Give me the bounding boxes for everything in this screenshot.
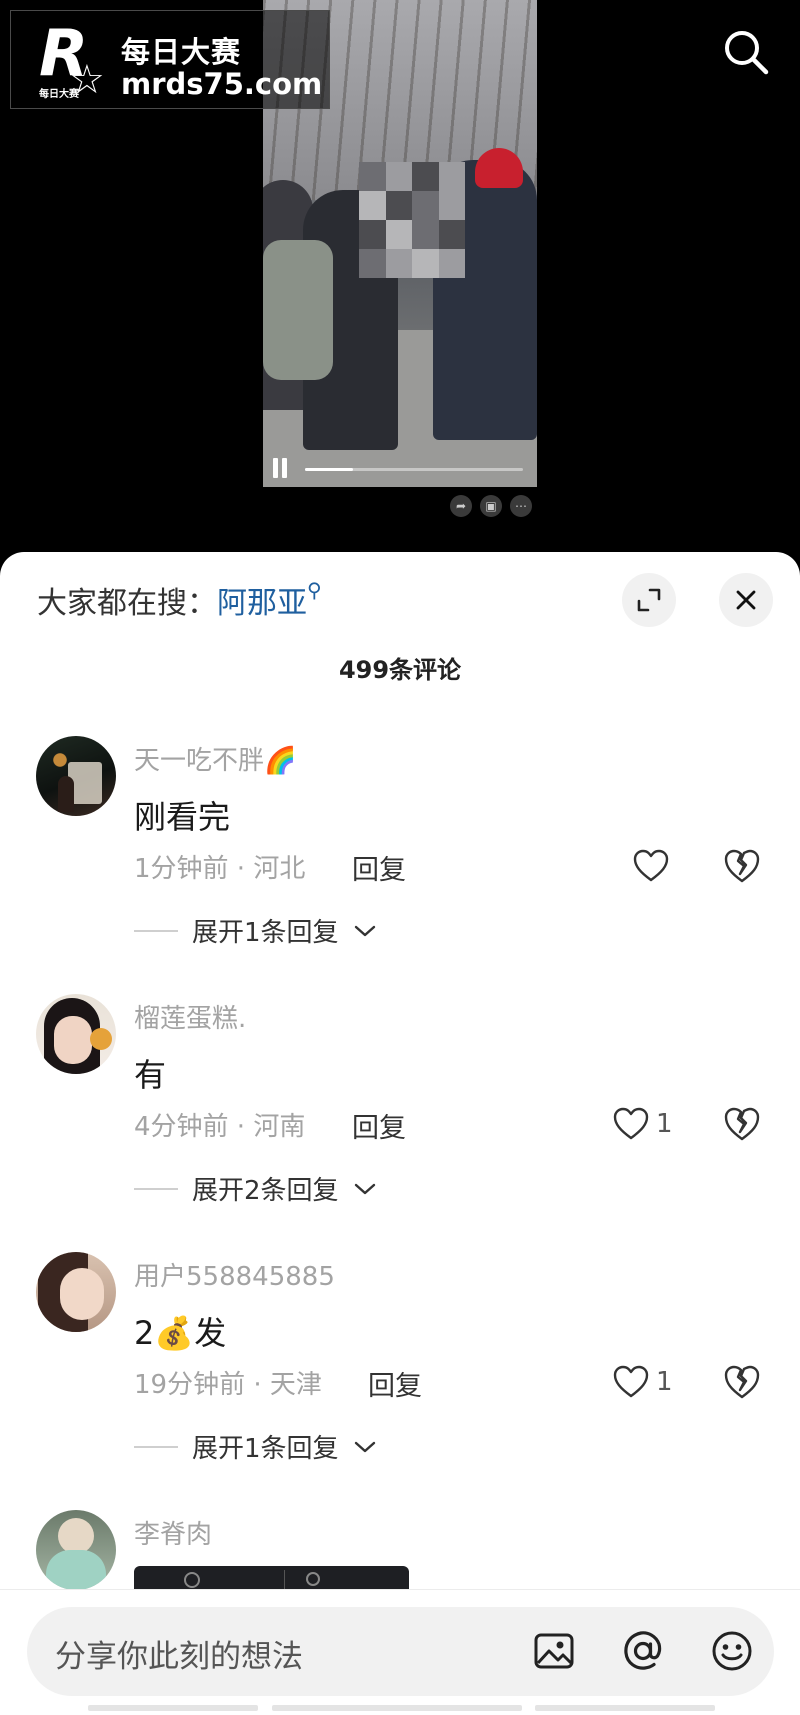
search-icon[interactable] xyxy=(720,26,772,78)
watermark-url: mrds75.com xyxy=(121,67,323,101)
video-small-controls: ➦ ▣ ⋯ xyxy=(450,495,532,517)
comment-input-placeholder: 分享你此刻的想法 xyxy=(55,1639,303,1675)
reply-button[interactable]: 回复 xyxy=(368,1364,422,1403)
logo-small-text: 每日大赛 xyxy=(39,89,79,100)
avatar[interactable] xyxy=(36,994,116,1074)
avatar[interactable] xyxy=(36,1252,116,1332)
more-icon[interactable]: ⋯ xyxy=(510,495,532,517)
expand-icon xyxy=(637,588,661,612)
expand-replies-label: 展开1条回复 xyxy=(192,1434,339,1464)
share-icon[interactable]: ➦ xyxy=(450,495,472,517)
like-button[interactable]: 1 xyxy=(612,1362,673,1402)
reply-button[interactable]: 回复 xyxy=(352,1106,406,1145)
like-button[interactable]: 1 xyxy=(612,1104,673,1144)
broken-heart-icon[interactable] xyxy=(722,846,762,886)
search-small-icon: ⚲ xyxy=(307,578,322,602)
video-helmet xyxy=(475,148,523,188)
chevron-down-icon xyxy=(354,925,375,936)
chevron-down-icon xyxy=(354,1441,375,1452)
broken-heart-icon[interactable] xyxy=(722,1104,762,1144)
bottom-strip xyxy=(0,1700,800,1715)
comment-text: 2💰发 xyxy=(134,1314,227,1352)
like-count: 1 xyxy=(656,1109,673,1139)
hot-search-keyword[interactable]: 阿那亚 xyxy=(217,586,307,621)
emoji-icon[interactable] xyxy=(708,1627,756,1675)
expand-replies[interactable]: 展开1条回复 xyxy=(134,912,377,949)
broken-heart-icon[interactable] xyxy=(722,1362,762,1402)
divider-line xyxy=(134,1445,178,1448)
divider-line xyxy=(0,1589,800,1590)
comment-meta: 19分钟前 · 天津 xyxy=(134,1370,322,1400)
screenshot-icon[interactable]: ▣ xyxy=(480,495,502,517)
close-icon xyxy=(736,590,756,610)
comment-input[interactable]: 分享你此刻的想法 xyxy=(27,1607,774,1696)
reply-button[interactable]: 回复 xyxy=(352,848,406,887)
comment-image-thumbnail[interactable] xyxy=(134,1566,409,1590)
video-area[interactable]: ➦ ▣ ⋯ R ☆ 每日大赛 每日大赛 mrds75.com xyxy=(0,0,800,565)
watermark-logo: R ☆ 每日大赛 每日大赛 mrds75.com xyxy=(10,10,330,109)
image-icon[interactable] xyxy=(530,1627,578,1675)
comment-item: 李脊肉 xyxy=(0,1510,800,1590)
comment-username[interactable]: 用户558845885 xyxy=(134,1256,335,1293)
avatar[interactable] xyxy=(36,736,116,816)
video-progress-bar[interactable] xyxy=(305,468,523,471)
at-icon[interactable] xyxy=(619,1627,667,1675)
comment-meta: 1分钟前 · 河北 xyxy=(134,854,306,884)
heart-icon xyxy=(613,1107,649,1140)
like-count: 1 xyxy=(656,1367,673,1397)
expand-replies-label: 展开2条回复 xyxy=(192,1176,339,1206)
mosaic-blur xyxy=(359,162,465,278)
expand-replies[interactable]: 展开1条回复 xyxy=(134,1428,377,1465)
comment-meta: 4分钟前 · 河南 xyxy=(134,1112,306,1142)
logo-emblem: R ☆ 每日大赛 xyxy=(33,17,113,103)
comment-item: 榴莲蛋糕. 有 4分钟前 · 河南 回复 1 展开2条回复 xyxy=(0,994,800,1249)
hot-search[interactable]: 大家都在搜：阿那亚⚲ xyxy=(37,578,322,622)
heart-icon xyxy=(613,1365,649,1398)
watermark-title: 每日大赛 xyxy=(121,35,242,69)
comment-item: 用户558845885 2💰发 19分钟前 · 天津 回复 1 展开1条回复 xyxy=(0,1252,800,1507)
avatar[interactable] xyxy=(36,1510,116,1590)
divider-line xyxy=(134,929,178,932)
like-button[interactable] xyxy=(632,846,676,886)
close-button[interactable] xyxy=(719,573,773,627)
expand-button[interactable] xyxy=(622,573,676,627)
comment-count: 499条评论 xyxy=(338,656,462,684)
expand-replies-label: 展开1条回复 xyxy=(192,918,339,948)
comment-username[interactable]: 天一吃不胖🌈 xyxy=(134,740,296,777)
chevron-down-icon xyxy=(354,1183,375,1194)
heart-icon xyxy=(633,849,669,882)
comment-text: 有 xyxy=(134,1056,167,1094)
comment-username[interactable]: 李脊肉 xyxy=(134,1514,212,1551)
comment-username[interactable]: 榴莲蛋糕. xyxy=(134,998,246,1035)
video-progress-fill xyxy=(305,468,353,471)
expand-replies[interactable]: 展开2条回复 xyxy=(134,1170,377,1207)
comment-text: 刚看完 xyxy=(134,798,231,836)
hot-search-label: 大家都在搜： xyxy=(37,586,217,621)
divider-line xyxy=(134,1187,178,1190)
pause-button[interactable] xyxy=(273,458,289,480)
video-backpack xyxy=(263,240,333,380)
comment-item: 天一吃不胖🌈 刚看完 1分钟前 · 河北 回复 展开1条回复 xyxy=(0,736,800,991)
